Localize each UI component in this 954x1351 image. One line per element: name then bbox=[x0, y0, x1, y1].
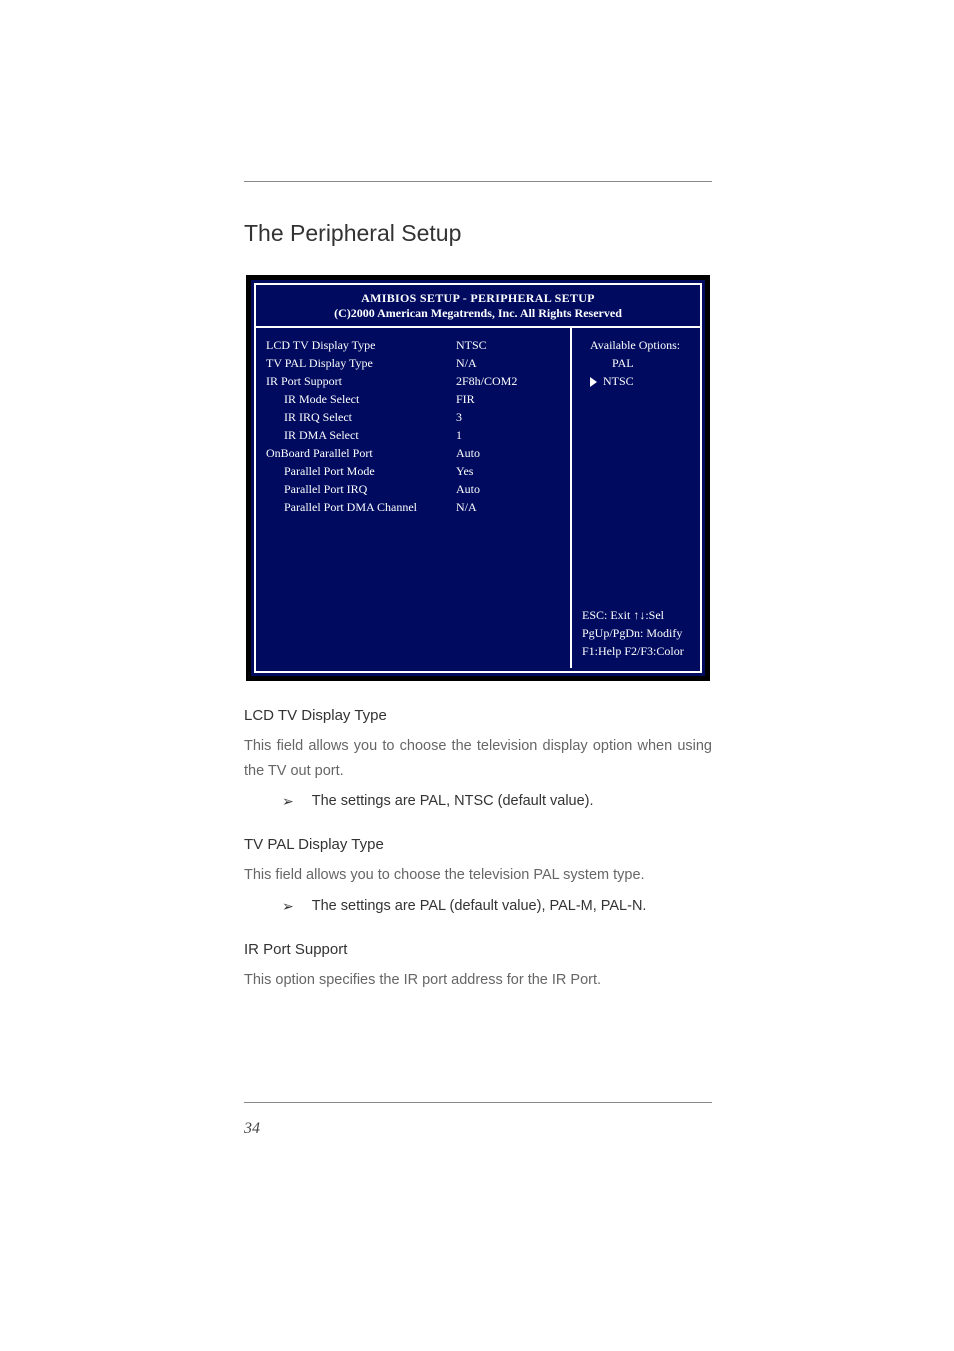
bios-header: AMIBIOS SETUP - PERIPHERAL SETUP (C)2000… bbox=[256, 285, 700, 324]
bios-row: LCD TV Display TypeNTSC bbox=[266, 336, 572, 354]
bullet-item: ➢ The settings are PAL, NTSC (default va… bbox=[282, 793, 712, 810]
bios-row: Parallel Port IRQAuto bbox=[266, 480, 572, 498]
bios-label: IR Port Support bbox=[266, 372, 456, 390]
bios-value: Yes bbox=[456, 462, 473, 480]
bios-option: PAL bbox=[580, 354, 692, 372]
bios-hint-line: PgUp/PgDn: Modify bbox=[582, 624, 692, 642]
bios-row: TV PAL Display TypeN/A bbox=[266, 354, 572, 372]
subheading-pal: TV PAL Display Type bbox=[244, 836, 712, 853]
top-rule bbox=[244, 181, 712, 182]
bios-row: IR DMA Select1 bbox=[266, 426, 572, 444]
page-number: 34 bbox=[244, 1120, 260, 1138]
triangle-right-icon bbox=[590, 377, 597, 387]
bios-title-line1: AMIBIOS SETUP - PERIPHERAL SETUP bbox=[256, 291, 700, 306]
bios-value: N/A bbox=[456, 498, 477, 516]
bios-options-panel: Available Options: PAL NTSC bbox=[572, 328, 700, 390]
bios-label: LCD TV Display Type bbox=[266, 336, 456, 354]
bios-option-selected: NTSC bbox=[580, 372, 692, 390]
bios-row: Parallel Port DMA ChannelN/A bbox=[266, 498, 572, 516]
bios-hint-line: ESC: Exit ↑↓:Sel bbox=[582, 606, 692, 624]
bios-value: Auto bbox=[456, 444, 480, 462]
bullet-icon: ➢ bbox=[282, 898, 294, 915]
bios-title-line2: (C)2000 American Megatrends, Inc. All Ri… bbox=[256, 306, 700, 321]
bios-hint-line: F1:Help F2/F3:Color bbox=[582, 642, 692, 660]
body-text: This field allows you to choose the tele… bbox=[244, 734, 712, 783]
bios-options-title: Available Options: bbox=[580, 336, 692, 354]
bios-label: OnBoard Parallel Port bbox=[266, 444, 456, 462]
bios-label: IR DMA Select bbox=[266, 426, 456, 444]
bullet-text: The settings are PAL, NTSC (default valu… bbox=[312, 793, 594, 809]
bullet-item: ➢ The settings are PAL (default value), … bbox=[282, 898, 712, 915]
bios-option-label: NTSC bbox=[603, 374, 634, 388]
section-title: The Peripheral Setup bbox=[244, 220, 712, 247]
bios-label: Parallel Port IRQ bbox=[266, 480, 456, 498]
bios-row: IR Port Support2F8h/COM2 bbox=[266, 372, 572, 390]
bios-label: TV PAL Display Type bbox=[266, 354, 456, 372]
bios-value: 1 bbox=[456, 426, 462, 444]
bios-value: 3 bbox=[456, 408, 462, 426]
bios-row: IR IRQ Select3 bbox=[266, 408, 572, 426]
bios-label: Parallel Port Mode bbox=[266, 462, 456, 480]
bios-settings-list: LCD TV Display TypeNTSC TV PAL Display T… bbox=[256, 328, 572, 516]
bios-option-label: PAL bbox=[612, 356, 634, 370]
bios-row: OnBoard Parallel PortAuto bbox=[266, 444, 572, 462]
bios-value: NTSC bbox=[456, 336, 487, 354]
bios-row: IR Mode SelectFIR bbox=[266, 390, 572, 408]
bios-row: Parallel Port ModeYes bbox=[266, 462, 572, 480]
subheading-ir: IR Port Support bbox=[244, 941, 712, 958]
bios-value: 2F8h/COM2 bbox=[456, 372, 517, 390]
bios-value: FIR bbox=[456, 390, 475, 408]
bios-screenshot: AMIBIOS SETUP - PERIPHERAL SETUP (C)2000… bbox=[246, 275, 710, 681]
bios-label: IR IRQ Select bbox=[266, 408, 456, 426]
bios-key-hints: ESC: Exit ↑↓:Sel PgUp/PgDn: Modify F1:He… bbox=[582, 606, 692, 660]
bullet-icon: ➢ bbox=[282, 793, 294, 810]
subheading-lcd: LCD TV Display Type bbox=[244, 707, 712, 724]
body-text: This field allows you to choose the tele… bbox=[244, 863, 712, 888]
bios-value: N/A bbox=[456, 354, 477, 372]
bios-label: IR Mode Select bbox=[266, 390, 456, 408]
bottom-rule bbox=[244, 1102, 712, 1103]
bullet-text: The settings are PAL (default value), PA… bbox=[312, 898, 647, 914]
bios-value: Auto bbox=[456, 480, 480, 498]
bios-label: Parallel Port DMA Channel bbox=[266, 498, 456, 516]
body-text: This option specifies the IR port addres… bbox=[244, 968, 712, 993]
